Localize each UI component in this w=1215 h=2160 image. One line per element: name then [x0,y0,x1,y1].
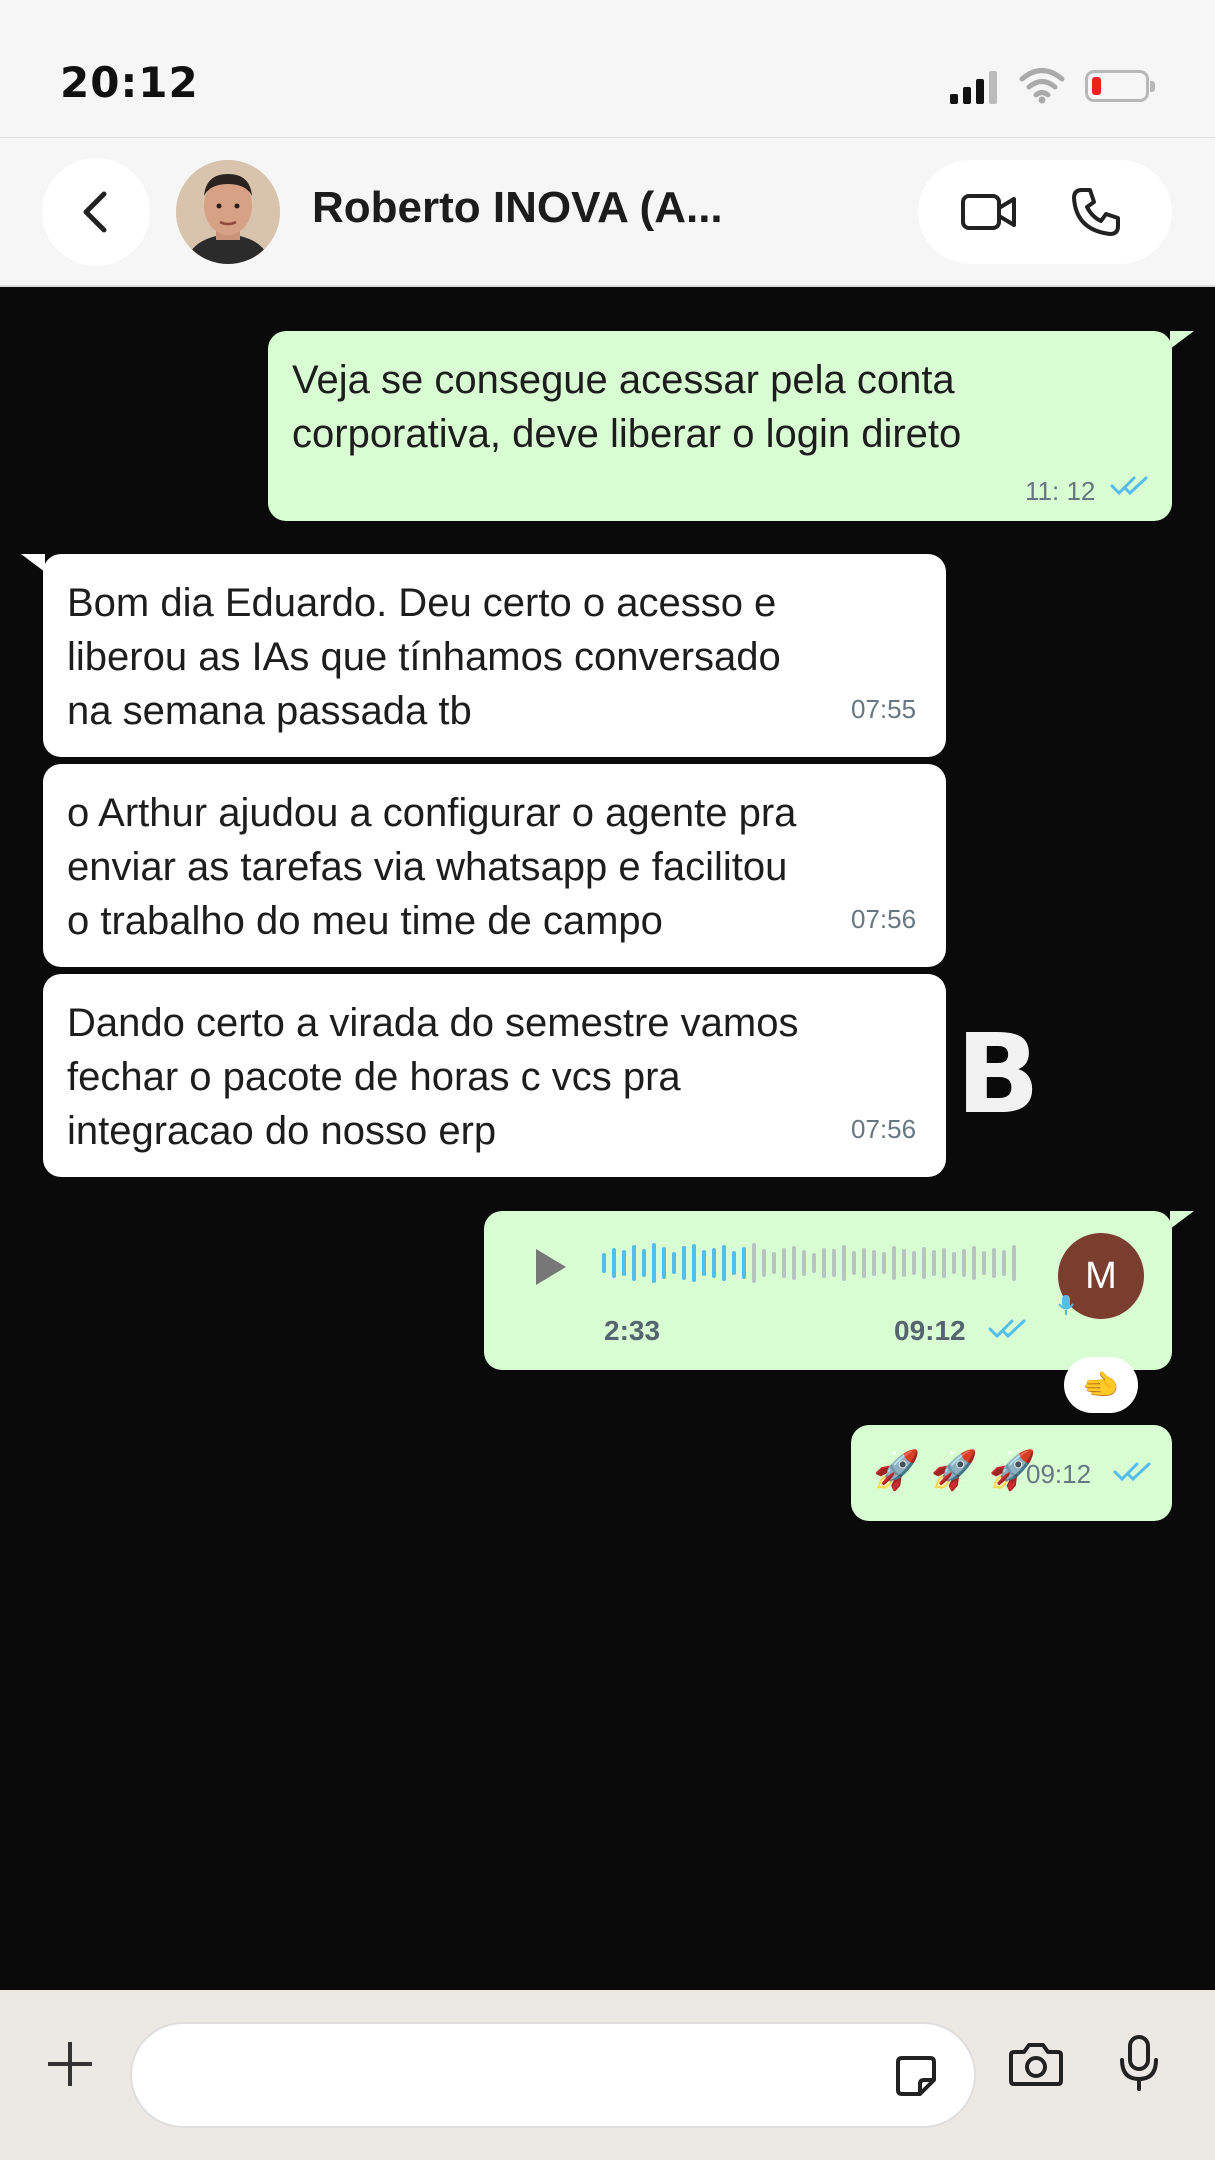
waveform-bar [962,1249,966,1277]
status-bar: 20:12 [0,0,1215,137]
waveform-bar [892,1246,896,1280]
waveform-bar [652,1243,656,1283]
message-text: Bom dia Eduardo. Deu certo o acesso e li… [67,581,781,733]
waveform-bar [1002,1250,1006,1276]
waveform-bar [942,1248,946,1278]
waveform-bar [932,1250,936,1276]
message-bubble-incoming[interactable]: Bom dia Eduardo. Deu certo o acesso e li… [21,554,946,757]
waveform-bar [822,1248,826,1278]
message-time: 09:12 [894,1315,966,1346]
waveform-bar [602,1253,606,1273]
waveform-bar [1012,1245,1016,1281]
waveform-bar [872,1250,876,1276]
waveform-bar [912,1251,916,1275]
message-text: 🚀 🚀 🚀 [873,1450,1037,1492]
camera-icon[interactable] [1008,2040,1064,2088]
message-time: 11: 12 [1025,476,1096,506]
waveform-bar [672,1252,676,1274]
waveform-bar [982,1251,986,1275]
waveform-bar [952,1252,956,1274]
waveform-bar [772,1252,776,1274]
wifi-icon [1019,68,1065,104]
message-time: 07:56 [851,904,917,934]
waveform-bar [992,1248,996,1278]
composer-bar [0,1990,1215,2160]
waveform-bar [662,1247,666,1279]
waveform-bar [902,1249,906,1277]
back-button[interactable] [42,158,150,266]
contact-name[interactable]: Roberto INOVA (A... [312,183,723,233]
voice-message-bubble[interactable]: 2:33 09:12 M [484,1211,1194,1370]
chat-header: Roberto INOVA (A... [0,137,1215,287]
chevron-left-icon [83,191,107,233]
message-text: Dando certo a virada do semestre vamos f… [67,1001,799,1153]
waveform-bar [852,1251,856,1275]
waveform-bar [712,1248,716,1278]
message-text: o Arthur ajudou a configurar o agente pr… [67,791,797,943]
call-actions [918,160,1172,264]
message-bubble-incoming[interactable]: o Arthur ajudou a configurar o agente pr… [43,764,946,967]
waveform-bar [882,1252,886,1274]
message-reaction[interactable]: 🫲 [1064,1357,1138,1413]
watermark-letter: B [956,1010,1040,1138]
waveform-bar [682,1246,686,1280]
waveform-bar [642,1249,646,1277]
contact-avatar[interactable] [176,160,280,264]
message-bubble-incoming[interactable]: Dando certo a virada do semestre vamos f… [43,974,946,1177]
message-bubble-outgoing[interactable]: 🚀 🚀 🚀 09:12 [851,1425,1172,1521]
cellular-signal-icon [950,70,1000,104]
battery-icon [1085,70,1155,102]
waveform-bar [722,1245,726,1281]
play-icon[interactable] [536,1249,566,1285]
voice-duration: 2:33 [604,1315,661,1346]
waveform-bar [612,1248,616,1278]
double-check-read-icon [1110,476,1148,496]
reaction-emoji: 🫲 [1082,1367,1120,1403]
status-time: 20:12 [60,58,199,107]
message-time: 07:56 [851,1114,917,1144]
microphone-icon[interactable] [1118,2034,1160,2092]
waveform-bar [842,1245,846,1281]
waveform-bar [622,1250,626,1276]
message-text: Veja se consegue acessar pela conta corp… [292,358,962,456]
waveform-bar [972,1246,976,1280]
phone-call-icon[interactable] [1070,186,1122,238]
waveform-bar [862,1248,866,1278]
waveform-bar [632,1245,636,1281]
waveform-bar [692,1244,696,1282]
waveform-bar [922,1247,926,1279]
plus-icon[interactable] [48,2042,92,2086]
waveform-bar [702,1250,706,1276]
message-time: 09:12 [1026,1459,1092,1489]
double-check-read-icon [988,1319,1026,1339]
waveform-bar [782,1248,786,1278]
voice-waveform[interactable] [602,1239,1022,1287]
waveform-bar [812,1253,816,1273]
message-bubble-outgoing[interactable]: Veja se consegue acessar pela conta corp… [268,331,1194,521]
waveform-bar [802,1250,806,1276]
waveform-bar [792,1246,796,1280]
video-call-icon[interactable] [960,190,1018,234]
microphone-badge-icon [1058,1295,1074,1315]
waveform-bar [752,1243,756,1283]
double-check-read-icon [1113,1462,1151,1482]
message-time: 07:55 [851,694,917,724]
waveform-bar [732,1251,736,1275]
waveform-bar [762,1249,766,1277]
waveform-bar [832,1249,836,1277]
message-input[interactable] [130,2022,976,2128]
waveform-bar [742,1247,746,1279]
sticker-icon[interactable] [894,2054,938,2098]
